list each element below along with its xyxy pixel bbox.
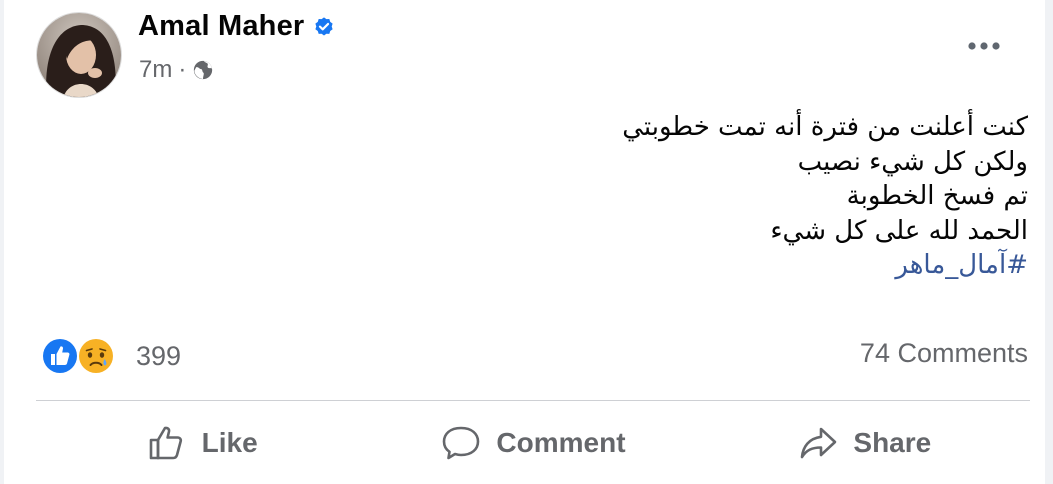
- avatar[interactable]: [36, 12, 122, 98]
- avatar-image: [37, 13, 121, 97]
- post-text-line: ولكن كل شيء نصيب: [797, 146, 1028, 177]
- author-name[interactable]: Amal Maher: [138, 10, 304, 43]
- post-text-line: كنت أعلنت من فترة أنه تمت خطوبتي: [622, 112, 1028, 142]
- feed-background-right: [1045, 0, 1053, 484]
- globe-icon[interactable]: [192, 59, 214, 81]
- comments-count-link[interactable]: 74 Comments: [860, 338, 1028, 369]
- meta-separator: ·: [178, 56, 187, 83]
- comment-button[interactable]: Comment: [367, 412, 698, 474]
- hashtag-link[interactable]: #آمال_ماهر: [328, 248, 1028, 283]
- reaction-count[interactable]: 399: [136, 341, 181, 372]
- reactions-summary[interactable]: 399: [40, 336, 181, 376]
- share-icon: [801, 427, 837, 459]
- more-options-icon: [968, 42, 1000, 50]
- divider: [36, 400, 1030, 401]
- post-text: كنت أعلنت من فترة أنه تمت خطوبتي ولكن كل…: [328, 110, 1028, 283]
- verified-badge-icon: [313, 16, 335, 38]
- like-label: Like: [201, 427, 258, 458]
- comment-icon: [443, 426, 480, 460]
- post-header: Amal Maher: [138, 10, 335, 43]
- post-text-line: تم فسخ الخطوبة: [846, 181, 1028, 211]
- post-actions: Like Comment Share: [36, 412, 1030, 474]
- post-meta: 7m ·: [139, 56, 214, 84]
- share-button[interactable]: Share: [699, 412, 1030, 474]
- like-button[interactable]: Like: [36, 412, 367, 474]
- share-label: Share: [853, 427, 932, 458]
- like-reaction-icon: [41, 337, 79, 375]
- feed-background-left: [0, 0, 4, 484]
- sad-reaction-icon: [77, 337, 115, 375]
- like-icon: [149, 426, 182, 460]
- reaction-icons: [40, 336, 120, 376]
- post-text-line: الحمد لله على كل شيء: [770, 215, 1028, 246]
- comment-label: Comment: [496, 427, 626, 458]
- more-options-button[interactable]: [962, 28, 1006, 64]
- post-timestamp[interactable]: 7m: [139, 56, 172, 84]
